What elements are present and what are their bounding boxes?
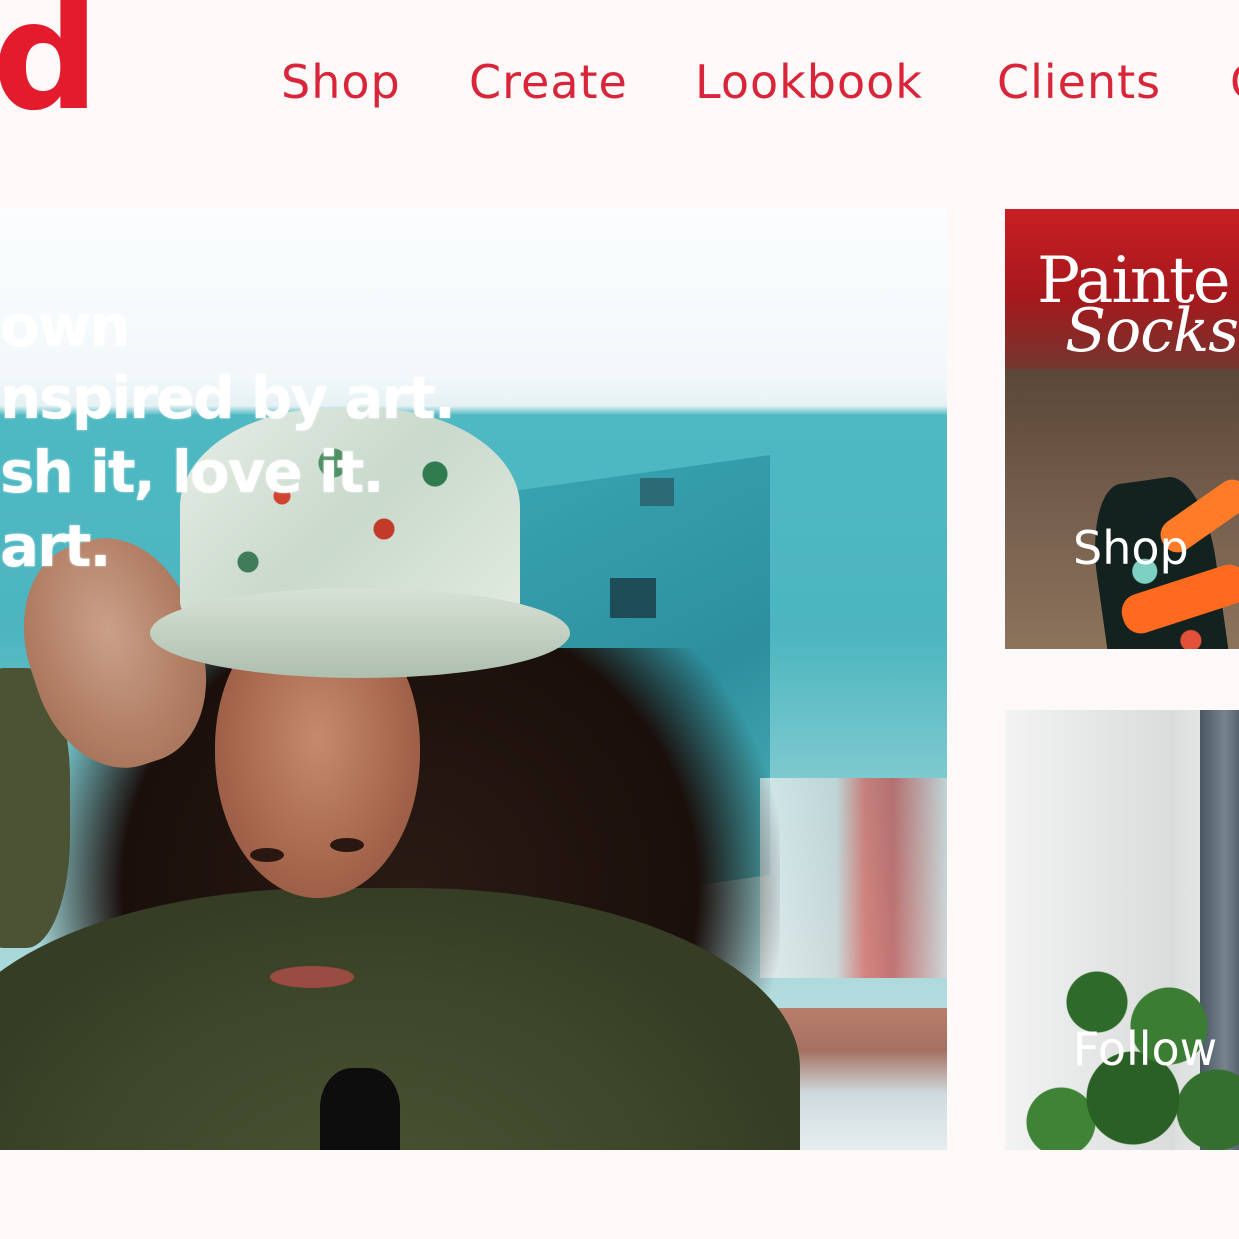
hero-line: nspired by art.: [0, 364, 456, 432]
painted-socks-card[interactable]: Painte Socks Shop: [1005, 209, 1239, 649]
model-eye: [330, 838, 364, 852]
bucket-hat-brim: [150, 588, 570, 678]
hero-line: art.: [0, 512, 112, 580]
nav-item-lookbook[interactable]: Lookbook: [695, 54, 923, 110]
nav-item-shop[interactable]: Shop: [281, 54, 401, 110]
nav-item-partial[interactable]: C: [1230, 54, 1239, 110]
follow-card[interactable]: Follow: [1005, 710, 1239, 1150]
shop-link[interactable]: Shop: [1073, 525, 1189, 571]
card-title-line2: Socks: [1065, 296, 1239, 366]
hero-line: sh it, love it.: [0, 438, 385, 506]
background-structure: [760, 778, 947, 978]
nav-item-create[interactable]: Create: [469, 54, 628, 110]
main-nav: Shop Create Lookbook Clients C: [0, 54, 1239, 114]
model-lips: [270, 966, 354, 988]
model-eye: [250, 848, 284, 862]
hero-banner[interactable]: [0, 208, 947, 1150]
building-window: [640, 478, 674, 506]
building-window: [610, 578, 656, 618]
hero-line: own: [0, 292, 131, 360]
nav-item-clients[interactable]: Clients: [997, 54, 1161, 110]
follow-link[interactable]: Follow: [1073, 1026, 1217, 1072]
model-shirt: [320, 1068, 400, 1150]
